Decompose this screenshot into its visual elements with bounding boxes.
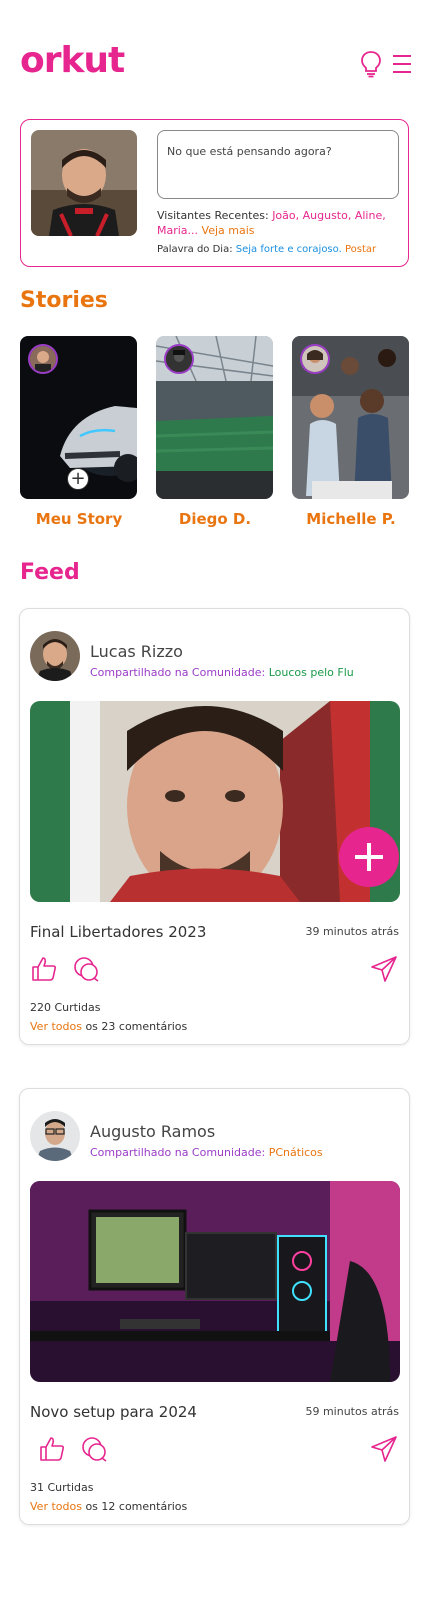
post-community: Compartilhado na Comunidade: Loucos pelo… <box>90 666 354 679</box>
story-card-diego[interactable] <box>156 336 273 499</box>
post-time: 39 minutos atrás <box>305 925 399 938</box>
profile-card: No que está pensando agora? Visitantes R… <box>20 119 409 267</box>
story-card-my[interactable]: + <box>20 336 137 499</box>
post-actions <box>30 1435 400 1465</box>
story-name[interactable]: Diego D. <box>150 510 280 528</box>
post-title: Novo setup para 2024 <box>30 1403 197 1421</box>
thought-input[interactable]: No que está pensando agora? <box>157 130 399 199</box>
story-avatar <box>300 344 330 374</box>
story-avatar <box>164 344 194 374</box>
user-avatar[interactable] <box>31 130 137 236</box>
app-header: orkut <box>0 0 428 110</box>
comments-summary: Ver todos os 12 comentários <box>30 1500 187 1513</box>
visitors-more-link[interactable]: Veja mais <box>202 224 255 237</box>
likes-count: 31 Curtidas <box>30 1481 94 1494</box>
post-author-avatar[interactable] <box>30 1111 80 1161</box>
see-all-comments-link[interactable]: Ver todos <box>30 1020 82 1033</box>
share-icon[interactable] <box>370 1435 398 1463</box>
comment-icon[interactable] <box>80 1435 108 1463</box>
comments-summary: Ver todos os 23 comentários <box>30 1020 187 1033</box>
likes-count: 220 Curtidas <box>30 1001 101 1014</box>
lightbulb-icon[interactable] <box>357 50 385 78</box>
like-icon[interactable] <box>38 1435 66 1463</box>
stories-title: Stories <box>20 288 108 313</box>
shared-label: Compartilhado na Comunidade: <box>90 666 266 679</box>
add-post-button[interactable] <box>339 827 399 887</box>
post-time: 59 minutos atrás <box>305 1405 399 1418</box>
post-image[interactable] <box>30 1181 400 1382</box>
post-community: Compartilhado na Comunidade: PCnáticos <box>90 1146 323 1159</box>
feed-post: Lucas Rizzo Compartilhado na Comunidade:… <box>19 608 410 1045</box>
recent-visitors: Visitantes Recentes: João, Augusto, Alin… <box>157 208 403 238</box>
feed-title: Feed <box>20 560 80 585</box>
comments-count: os 12 comentários <box>85 1500 188 1513</box>
comment-icon[interactable] <box>72 955 100 983</box>
orkut-logo[interactable]: orkut <box>20 40 125 81</box>
thought-placeholder: No que está pensando agora? <box>167 145 332 158</box>
feed-post: Augusto Ramos Compartilhado na Comunidad… <box>19 1088 410 1525</box>
add-story-icon[interactable]: + <box>67 468 89 490</box>
story-name[interactable]: Michelle P. <box>286 510 416 528</box>
post-actions <box>30 955 400 985</box>
post-author-name[interactable]: Lucas Rizzo <box>90 642 183 661</box>
shared-label: Compartilhado na Comunidade: <box>90 1146 266 1159</box>
word-label: Palavra do Dia: <box>157 244 233 255</box>
word-text: Seja forte e corajoso. <box>235 244 342 255</box>
share-icon[interactable] <box>370 955 398 983</box>
community-link[interactable]: Loucos pelo Flu <box>269 666 354 679</box>
comments-count: os 23 comentários <box>85 1020 188 1033</box>
story-name[interactable]: Meu Story <box>14 510 144 528</box>
post-word-link[interactable]: Postar <box>345 244 376 255</box>
story-card-michelle[interactable] <box>292 336 409 499</box>
community-link[interactable]: PCnáticos <box>269 1146 323 1159</box>
word-of-day: Palavra do Dia: Seja forte e corajoso. P… <box>157 244 376 255</box>
see-all-comments-link[interactable]: Ver todos <box>30 1500 82 1513</box>
post-author-avatar[interactable] <box>30 631 80 681</box>
story-avatar <box>28 344 58 374</box>
post-title: Final Libertadores 2023 <box>30 923 207 941</box>
visitors-label: Visitantes Recentes: <box>157 209 269 222</box>
hamburger-menu-icon[interactable] <box>388 50 416 78</box>
like-icon[interactable] <box>30 955 58 983</box>
post-author-name[interactable]: Augusto Ramos <box>90 1122 215 1141</box>
